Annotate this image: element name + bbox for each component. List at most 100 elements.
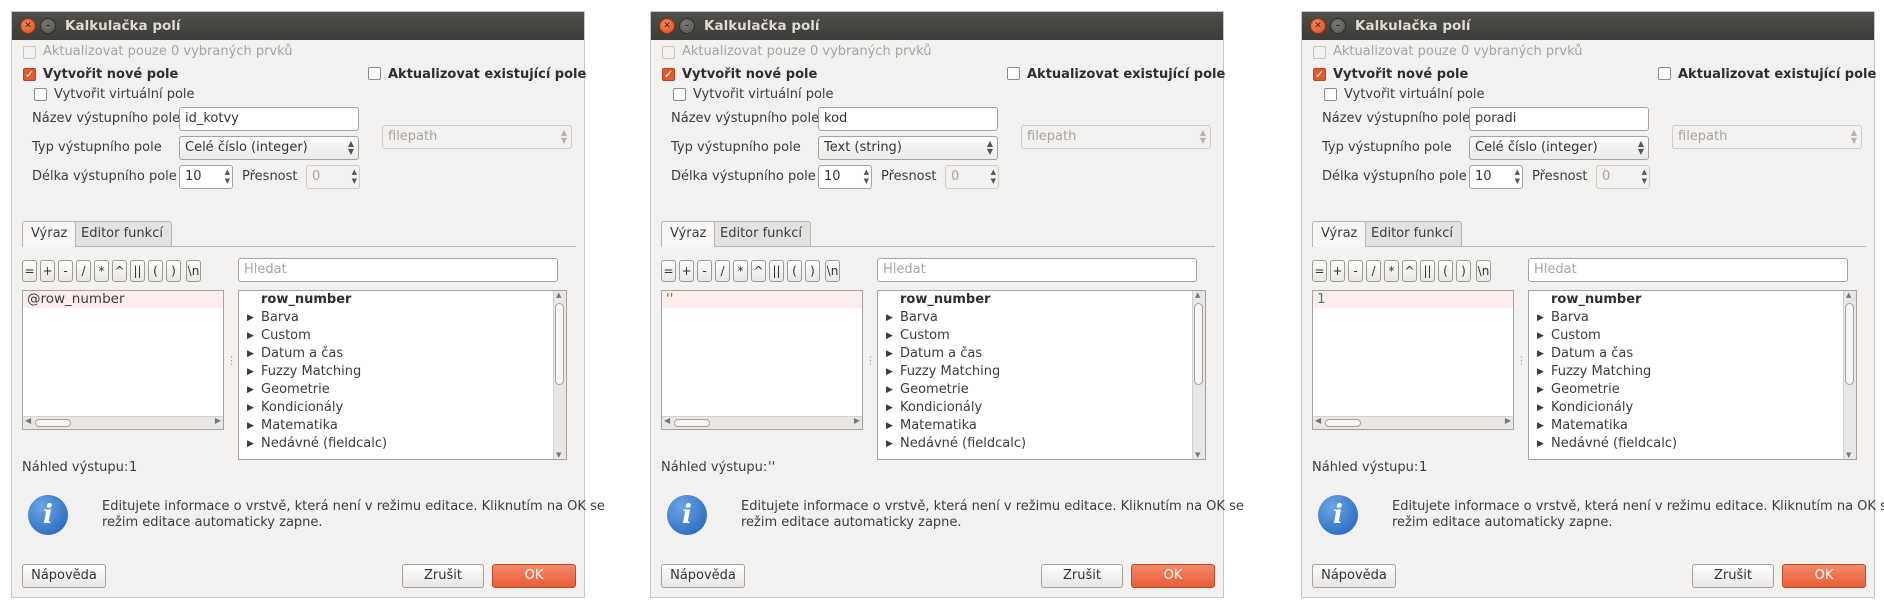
output-name-input[interactable]: id_kotvy <box>179 107 359 131</box>
function-list[interactable]: row_number ▶ Barva ▶ Custom ▶ Datum a čas ▶ Fuzz… <box>877 290 1206 460</box>
scroll-up-icon[interactable]: ▲ <box>1846 291 1851 299</box>
operator-button[interactable]: ^ <box>112 260 127 282</box>
expand-arrow-icon[interactable]: ▶ <box>886 327 893 345</box>
expand-arrow-icon[interactable]: ▶ <box>1537 363 1544 381</box>
function-group-item[interactable]: ▶ Kondicionály <box>1529 399 1839 417</box>
scroll-thumb[interactable] <box>555 303 564 385</box>
function-group-item[interactable]: ▶ Barva <box>878 309 1188 327</box>
function-group-item[interactable]: ▶ Datum a čas <box>1529 345 1839 363</box>
operator-button[interactable]: \n <box>825 260 840 282</box>
expand-arrow-icon[interactable]: ▶ <box>247 381 254 399</box>
scroll-right-icon[interactable]: ▶ <box>215 416 221 425</box>
function-group-item[interactable]: row_number <box>878 291 1188 309</box>
operator-button[interactable]: ) <box>166 260 181 282</box>
search-input[interactable]: Hledat <box>1528 258 1848 282</box>
operator-button[interactable]: ) <box>1456 260 1471 282</box>
operator-button[interactable]: - <box>58 260 73 282</box>
expression-editor[interactable]: '' ◀ ▶ <box>661 290 863 430</box>
operator-button[interactable]: = <box>1312 260 1327 282</box>
expand-arrow-icon[interactable]: ▶ <box>886 417 893 435</box>
tab-expression[interactable]: Výraz <box>22 221 77 247</box>
function-group-item[interactable]: ▶ Matematika <box>878 417 1188 435</box>
output-length-spinbox[interactable]: 10 ▲ ▼ <box>818 165 872 189</box>
function-group-item[interactable]: ▶ Kondicionály <box>878 399 1188 417</box>
expand-arrow-icon[interactable]: ▶ <box>247 309 254 327</box>
expand-arrow-icon[interactable]: ▶ <box>886 399 893 417</box>
cancel-button[interactable]: Zrušit <box>402 564 484 588</box>
operator-button[interactable]: = <box>661 260 676 282</box>
vertical-scrollbar[interactable]: ▲ ▼ <box>1192 291 1205 459</box>
expression-editor[interactable]: 1 ◀ ▶ <box>1312 290 1514 430</box>
output-name-input[interactable]: kod <box>818 107 998 131</box>
operator-button[interactable]: || <box>1420 260 1435 282</box>
operator-button[interactable]: - <box>1348 260 1363 282</box>
help-button[interactable]: Nápověda <box>661 564 745 588</box>
vertical-scrollbar[interactable]: ▲ ▼ <box>1843 291 1856 459</box>
tab-function-editor[interactable]: Editor funkcí <box>711 221 811 247</box>
operator-button[interactable]: ^ <box>1402 260 1417 282</box>
operator-button[interactable]: ) <box>805 260 820 282</box>
operator-button[interactable]: ( <box>148 260 163 282</box>
update-existing-checkbox[interactable] <box>1007 67 1020 80</box>
expand-arrow-icon[interactable]: ▶ <box>247 363 254 381</box>
operator-button[interactable]: \n <box>1476 260 1491 282</box>
expand-arrow-icon[interactable]: ▶ <box>247 399 254 417</box>
output-type-select[interactable]: Celé číslo (integer) ▲ ▼ <box>179 136 359 160</box>
scroll-left-icon[interactable]: ◀ <box>664 416 670 425</box>
operator-button[interactable]: ^ <box>751 260 766 282</box>
cancel-button[interactable]: Zrušit <box>1041 564 1123 588</box>
output-length-spinbox[interactable]: 10 ▲ ▼ <box>179 165 233 189</box>
precision-spinbox[interactable]: 0 ▲ ▼ <box>945 165 999 189</box>
close-window-button[interactable]: ✕ <box>20 18 36 34</box>
scroll-up-icon[interactable]: ▲ <box>556 291 561 299</box>
scroll-thumb[interactable] <box>35 419 71 427</box>
scroll-up-icon[interactable]: ▲ <box>1195 291 1200 299</box>
function-group-item[interactable]: ▶ Barva <box>239 309 549 327</box>
tab-function-editor[interactable]: Editor funkcí <box>1362 221 1462 247</box>
minimize-window-button[interactable]: – <box>679 18 695 34</box>
operator-button[interactable]: ( <box>1438 260 1453 282</box>
update-existing-checkbox[interactable] <box>1658 67 1671 80</box>
tab-expression[interactable]: Výraz <box>1312 221 1367 247</box>
scroll-left-icon[interactable]: ◀ <box>1315 416 1321 425</box>
function-group-item[interactable]: ▶ Fuzzy Matching <box>1529 363 1839 381</box>
expand-arrow-icon[interactable]: ▶ <box>886 435 893 453</box>
scroll-left-icon[interactable]: ◀ <box>25 416 31 425</box>
function-group-item[interactable]: ▶ Nedávné (fieldcalc) <box>239 435 549 453</box>
function-group-item[interactable]: ▶ Matematika <box>239 417 549 435</box>
search-input[interactable]: Hledat <box>877 258 1197 282</box>
scroll-thumb[interactable] <box>1194 303 1203 385</box>
function-group-item[interactable]: ▶ Geometrie <box>239 381 549 399</box>
expand-arrow-icon[interactable]: ▶ <box>1537 309 1544 327</box>
function-list[interactable]: row_number ▶ Barva ▶ Custom ▶ Datum a čas ▶ Fuzz… <box>238 290 567 460</box>
scroll-right-icon[interactable]: ▶ <box>854 416 860 425</box>
function-group-item[interactable]: ▶ Fuzzy Matching <box>878 363 1188 381</box>
operator-button[interactable]: * <box>1384 260 1399 282</box>
function-group-item[interactable]: ▶ Custom <box>239 327 549 345</box>
help-button[interactable]: Nápověda <box>1312 564 1396 588</box>
existing-field-select[interactable]: filepath ▲ ▼ <box>382 125 572 149</box>
function-group-item[interactable]: ▶ Barva <box>1529 309 1839 327</box>
operator-button[interactable]: - <box>697 260 712 282</box>
scroll-down-icon[interactable]: ▼ <box>1846 451 1851 459</box>
operator-button[interactable]: || <box>130 260 145 282</box>
scroll-down-icon[interactable]: ▼ <box>1195 451 1200 459</box>
operator-button[interactable]: * <box>94 260 109 282</box>
operator-button[interactable]: + <box>1330 260 1345 282</box>
operator-button[interactable]: * <box>733 260 748 282</box>
minimize-window-button[interactable]: – <box>40 18 56 34</box>
scroll-down-icon[interactable]: ▼ <box>556 451 561 459</box>
function-list[interactable]: row_number ▶ Barva ▶ Custom ▶ Datum a čas ▶ Fuzz… <box>1528 290 1857 460</box>
close-window-button[interactable]: ✕ <box>659 18 675 34</box>
function-group-item[interactable]: ▶ Nedávné (fieldcalc) <box>1529 435 1839 453</box>
help-button[interactable]: Nápověda <box>22 564 106 588</box>
function-group-item[interactable]: row_number <box>239 291 549 309</box>
minimize-window-button[interactable]: – <box>1330 18 1346 34</box>
splitter-handle-icon[interactable]: ⋮ <box>1516 354 1527 367</box>
expand-arrow-icon[interactable]: ▶ <box>1537 381 1544 399</box>
expand-arrow-icon[interactable]: ▶ <box>1537 417 1544 435</box>
update-selected-checkbox[interactable] <box>662 46 675 59</box>
vertical-scrollbar[interactable]: ▲ ▼ <box>553 291 566 459</box>
ok-button[interactable]: OK <box>492 564 576 588</box>
create-new-field-checkbox[interactable]: ✓ <box>662 68 675 81</box>
